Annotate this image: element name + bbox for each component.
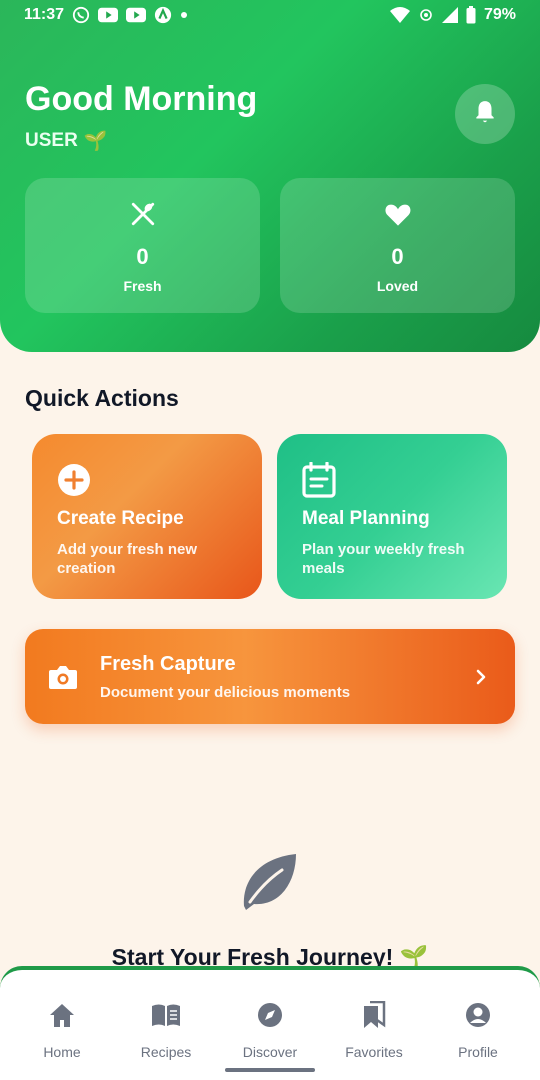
create-recipe-desc: Add your fresh new creation bbox=[57, 540, 237, 578]
create-recipe-desc-line1: Add your fresh new bbox=[57, 541, 198, 558]
fresh-capture-button[interactable]: Fresh Capture Document your delicious mo… bbox=[25, 629, 515, 724]
nav-discover-label: Discover bbox=[242, 1044, 298, 1060]
home-icon bbox=[48, 1000, 76, 1030]
nav-home-label: Home bbox=[43, 1044, 81, 1060]
stat-loved[interactable]: 0 Loved bbox=[280, 178, 515, 313]
youtube-icon bbox=[98, 7, 119, 23]
create-recipe-card[interactable]: Create Recipe Add your fresh new creatio… bbox=[32, 434, 262, 599]
youtube-icon bbox=[126, 7, 147, 23]
stat-fresh-label: Fresh bbox=[123, 278, 162, 294]
status-time: 11:37 bbox=[24, 6, 65, 23]
nav-discover[interactable]: Discover bbox=[216, 1000, 324, 1060]
meal-planning-desc: Plan your weekly fresh meals bbox=[302, 540, 482, 578]
seedling-emoji: 🌱 bbox=[83, 131, 108, 152]
chevron-right-icon bbox=[475, 668, 487, 686]
username-text: USER bbox=[25, 130, 78, 151]
signal-icon bbox=[441, 7, 458, 23]
fresh-capture-title: Fresh Capture bbox=[100, 652, 236, 675]
dot-icon bbox=[180, 11, 188, 19]
empty-state-title-clip: Start Your Fresh Journey! 🌱 bbox=[0, 944, 540, 968]
battery-icon bbox=[466, 6, 476, 24]
calendar-icon bbox=[302, 462, 482, 498]
stat-fresh[interactable]: 0 Fresh bbox=[25, 178, 260, 313]
stat-loved-value: 0 bbox=[391, 244, 404, 269]
user-circle-icon bbox=[465, 1000, 491, 1030]
fresh-capture-desc: Document your delicious moments bbox=[100, 683, 351, 701]
plus-circle-icon bbox=[57, 462, 237, 498]
nav-profile[interactable]: Profile bbox=[424, 1000, 532, 1060]
nav-recipes[interactable]: Recipes bbox=[112, 1000, 220, 1060]
bookmarks-icon bbox=[362, 1000, 386, 1030]
nav-home[interactable]: Home bbox=[8, 1000, 116, 1060]
meal-planning-title: Meal Planning bbox=[302, 508, 430, 529]
create-recipe-desc-line2: creation bbox=[57, 560, 116, 577]
app-icon bbox=[154, 6, 172, 24]
camera-icon bbox=[25, 664, 100, 690]
leaf-icon bbox=[240, 852, 300, 915]
empty-state-title: Start Your Fresh Journey! 🌱 bbox=[111, 944, 429, 968]
meal-planning-desc-line2: meals bbox=[302, 560, 345, 577]
compass-icon bbox=[257, 1000, 283, 1030]
quick-actions-title: Quick Actions bbox=[25, 385, 179, 411]
nav-profile-label: Profile bbox=[458, 1044, 498, 1060]
stat-loved-label: Loved bbox=[376, 278, 419, 294]
heart-icon bbox=[384, 200, 412, 228]
notifications-button[interactable] bbox=[455, 84, 515, 144]
book-icon bbox=[151, 1000, 181, 1030]
battery-percent: 79% bbox=[483, 6, 516, 23]
fork-knife-icon bbox=[130, 200, 156, 228]
whatsapp-icon bbox=[72, 6, 90, 24]
username: USER 🌱 bbox=[25, 129, 107, 153]
home-indicator[interactable] bbox=[225, 1068, 315, 1072]
bell-icon bbox=[472, 99, 498, 130]
nav-favorites-label: Favorites bbox=[345, 1044, 403, 1060]
bottom-nav: Home Recipes Discover Favorites Profile bbox=[0, 966, 540, 1080]
meal-planning-card[interactable]: Meal Planning Plan your weekly fresh mea… bbox=[277, 434, 507, 599]
hotspot-icon bbox=[418, 7, 434, 23]
greeting-title: Good Morning bbox=[25, 80, 258, 118]
header: 11:37 79% Good Morning USER 🌱 0 Fresh 0 … bbox=[0, 0, 540, 352]
stat-fresh-value: 0 bbox=[136, 244, 149, 269]
nav-favorites[interactable]: Favorites bbox=[320, 1000, 428, 1060]
nav-recipes-label: Recipes bbox=[140, 1044, 192, 1060]
status-bar: 11:37 79% bbox=[0, 0, 540, 30]
wifi-icon bbox=[389, 7, 410, 23]
meal-planning-desc-line1: Plan your weekly fresh bbox=[302, 541, 465, 558]
create-recipe-title: Create Recipe bbox=[57, 508, 184, 529]
